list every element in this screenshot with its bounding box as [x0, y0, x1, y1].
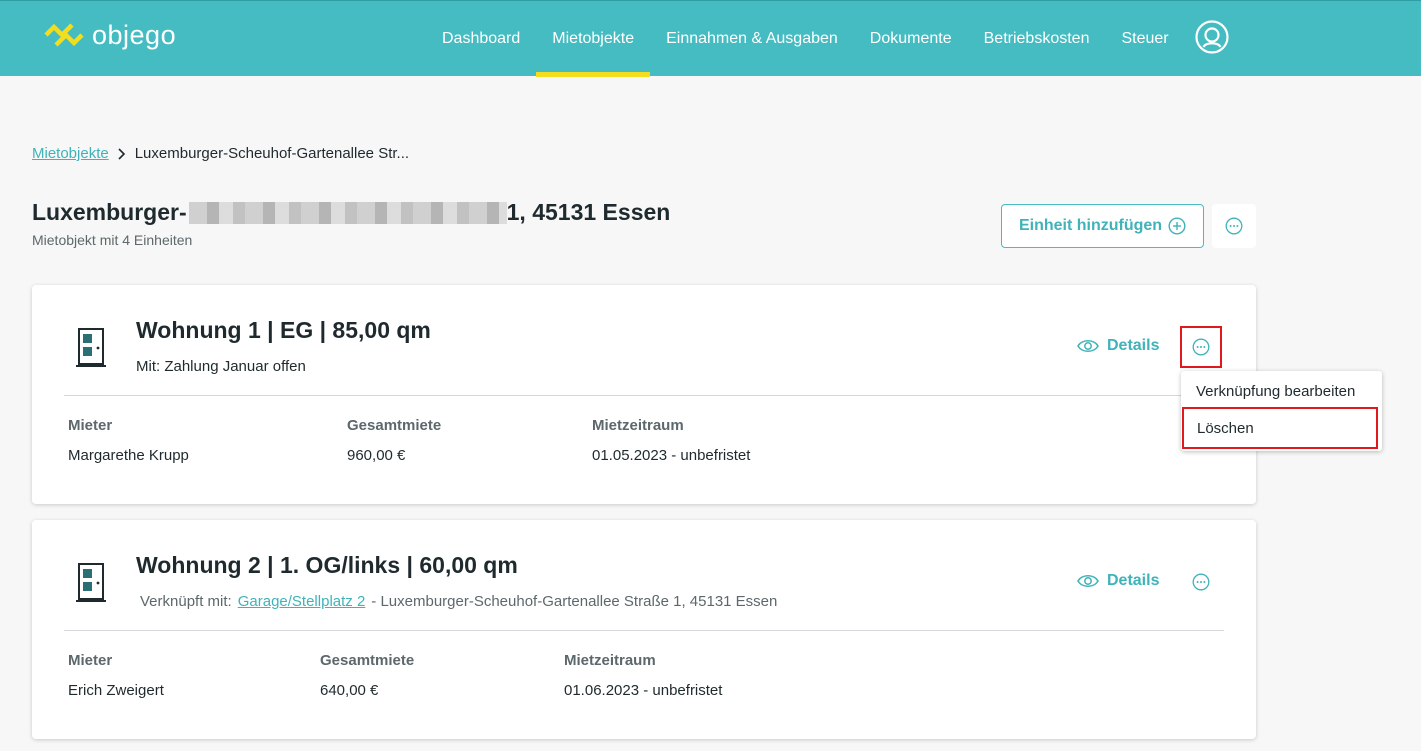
rent-label: Gesamtmiete [347, 417, 442, 434]
eye-icon [1077, 575, 1099, 587]
unit-card-wohnung-1: Wohnung 1 | EG | 85,00 qm Mit: Zahlung J… [32, 285, 1256, 504]
rent-value: 640,00 € [320, 682, 379, 699]
nav-betriebskosten[interactable]: Betriebskosten [968, 1, 1106, 77]
door-icon [76, 563, 106, 602]
period-label: Mietzeitraum [592, 417, 684, 434]
page-title: Luxemburger- 1, 45131 Essen [32, 199, 670, 226]
rent-value: 960,00 € [347, 447, 406, 464]
linked-suffix: - Luxemburger-Scheuhof-Gartenallee Straß… [371, 593, 778, 610]
more-horizontal-icon [1192, 338, 1210, 356]
menu-item-delete[interactable]: Löschen [1182, 407, 1378, 449]
unit-subtitle: Mit: Zahlung Januar offen [136, 358, 306, 375]
page-title-start: Luxemburger- [32, 199, 187, 225]
menu-item-edit-link[interactable]: Verknüpfung bearbeiten [1181, 371, 1382, 411]
top-navigation-bar: objego Dashboard Mietobjekte Einnahmen &… [0, 0, 1421, 77]
tenant-label: Mieter [68, 417, 113, 434]
period-value: 01.06.2023 - unbefristet [564, 682, 723, 699]
objego-logo-icon [44, 23, 84, 47]
period-label: Mietzeitraum [564, 652, 656, 669]
details-button[interactable]: Details [1077, 337, 1159, 355]
user-circle-icon[interactable] [1195, 20, 1229, 54]
details-label: Details [1107, 337, 1160, 354]
card-divider [64, 395, 1224, 396]
unit-linked-info: Verknüpft mit: Garage/Stellplatz 2 - Lux… [140, 593, 777, 610]
chevron-right-icon [118, 147, 125, 160]
door-icon [76, 328, 106, 367]
linked-unit-link[interactable]: Garage/Stellplatz 2 [238, 593, 366, 610]
unit-title: Wohnung 1 | EG | 85,00 qm [136, 317, 431, 343]
period-value: 01.05.2023 - unbefristet [592, 447, 751, 464]
nav-dokumente[interactable]: Dokumente [854, 1, 968, 77]
breadcrumb-current: Luxemburger-Scheuhof-Gartenallee Str... [134, 145, 410, 162]
objego-logo[interactable]: objego [44, 19, 176, 51]
property-more-button[interactable] [1212, 204, 1256, 248]
main-nav: Dashboard Mietobjekte Einnahmen & Ausgab… [426, 1, 1185, 77]
unit-card-wohnung-2: Wohnung 2 | 1. OG/links | 60,00 qm Verkn… [32, 520, 1256, 739]
nav-mietobjekte[interactable]: Mietobjekte [536, 1, 650, 77]
more-horizontal-icon [1192, 573, 1210, 591]
add-unit-button[interactable]: Einheit hinzufügen [1001, 204, 1204, 248]
page-title-end: 1, 45131 Essen [506, 199, 671, 225]
tenant-value: Margarethe Krupp [68, 447, 189, 464]
logo-text: objego [92, 20, 177, 50]
rent-label: Gesamtmiete [320, 652, 415, 669]
details-button[interactable]: Details [1077, 572, 1159, 590]
more-horizontal-icon [1225, 217, 1243, 235]
redacted-address-block [188, 201, 507, 224]
tenant-value: Erich Zweigert [68, 682, 164, 699]
nav-steuer[interactable]: Steuer [1105, 1, 1184, 77]
unit-title: Wohnung 2 | 1. OG/links | 60,00 qm [136, 552, 518, 578]
plus-circle-icon [1168, 217, 1186, 235]
tenant-label: Mieter [68, 652, 113, 669]
card-divider [64, 630, 1224, 631]
breadcrumb-link-mietobjekte[interactable]: Mietobjekte [32, 145, 109, 162]
add-unit-label: Einheit hinzufügen [1018, 217, 1163, 234]
unit-more-button[interactable] [1180, 561, 1222, 603]
unit-more-button[interactable] [1180, 326, 1222, 368]
page-subtitle: Mietobjekt mit 4 Einheiten [32, 232, 193, 248]
nav-einnahmen-ausgaben[interactable]: Einnahmen & Ausgaben [650, 1, 854, 77]
nav-dashboard[interactable]: Dashboard [426, 1, 536, 77]
linked-prefix: Verknüpft mit: [140, 593, 232, 610]
eye-icon [1077, 340, 1099, 352]
unit-actions-dropdown: Verknüpfung bearbeiten Löschen [1181, 371, 1382, 451]
details-label: Details [1107, 572, 1160, 589]
breadcrumb: Mietobjekte Luxemburger-Scheuhof-Gartena… [32, 145, 409, 162]
